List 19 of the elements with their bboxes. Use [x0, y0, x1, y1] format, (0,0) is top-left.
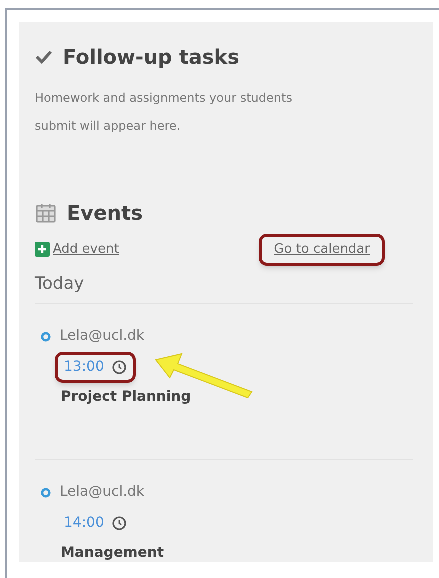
plus-icon [35, 242, 50, 258]
clock-icon [112, 516, 128, 531]
calendar-icon [35, 202, 57, 224]
day-heading: Today [35, 272, 86, 296]
event-owner: Lela@ucl.dk [60, 483, 145, 502]
section-title: Events [67, 200, 143, 227]
event-title: Management [61, 544, 166, 563]
event-title: Project Planning [61, 388, 192, 407]
add-event-link[interactable]: Add event [35, 240, 120, 260]
section-title: Follow-up tasks [63, 44, 240, 71]
event-owner: Lela@ucl.dk [60, 327, 145, 346]
event-time: 13:00 [64, 358, 104, 377]
description-text: Homework and assignments your students submit will appear here. [35, 90, 294, 135]
checkmark-icon [35, 50, 53, 64]
event-time: 14:00 [64, 514, 104, 533]
clock-icon [112, 360, 128, 375]
bullet-icon [41, 332, 51, 342]
calendar-link[interactable]: Go to calendar [259, 234, 385, 266]
bullet-icon [41, 488, 51, 498]
